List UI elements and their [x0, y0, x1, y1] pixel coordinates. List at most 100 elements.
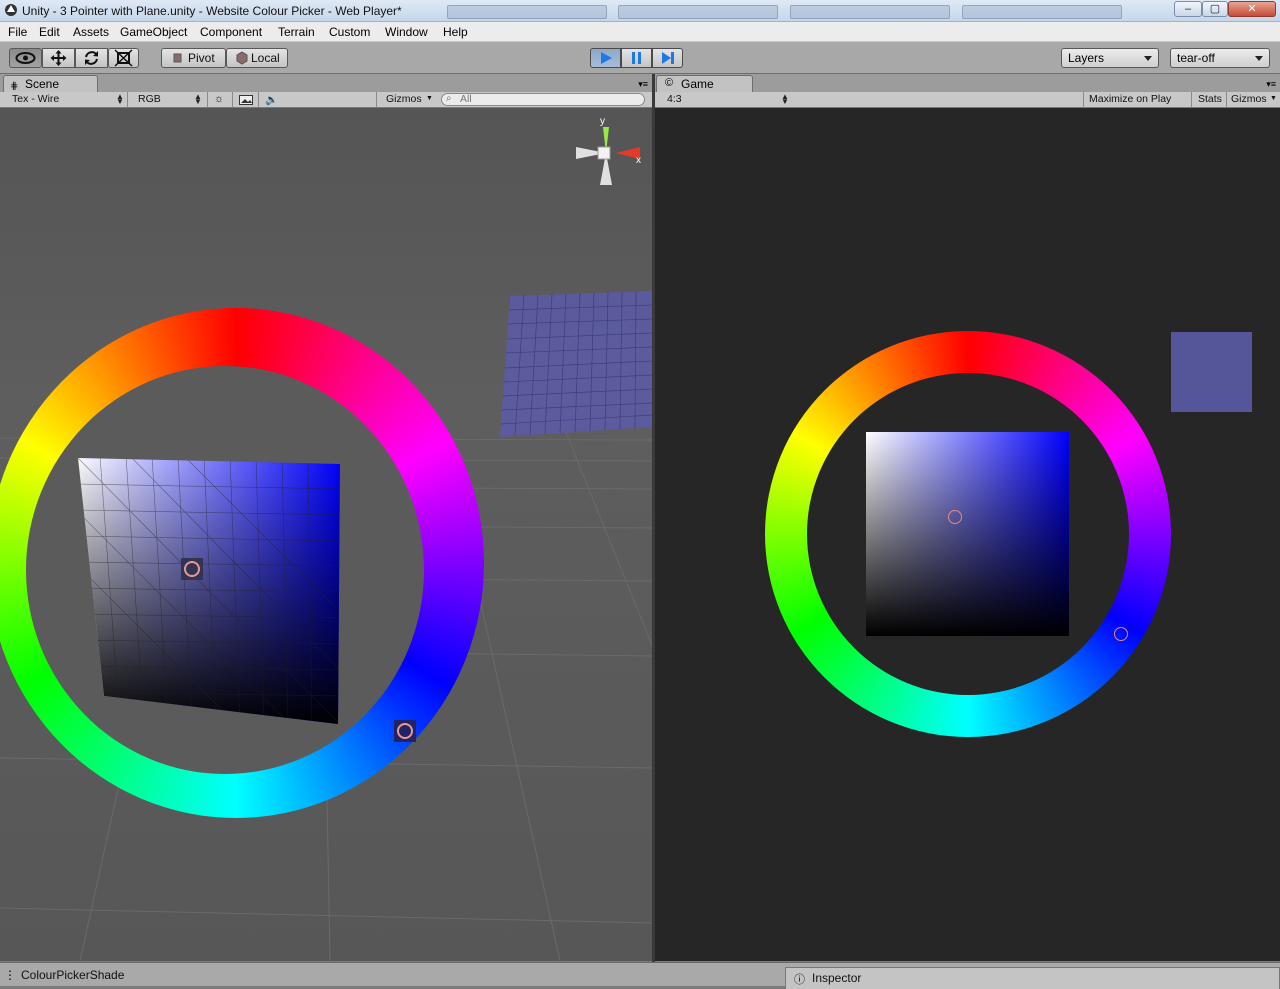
pause-icon — [632, 52, 641, 64]
scene-gizmos-dropdown[interactable]: Gizmos — [386, 93, 422, 105]
divider — [1083, 92, 1084, 107]
play-button[interactable] — [590, 48, 621, 68]
menu-file[interactable]: File — [8, 25, 27, 39]
game-tab-strip: © Game ▾≡ — [655, 74, 1280, 92]
view-tool-button[interactable] — [9, 48, 42, 68]
move-icon — [50, 50, 67, 66]
scene-tab-strip: ⋕ Scene ▾≡ — [0, 74, 652, 92]
layers-dropdown[interactable]: Layers — [1061, 48, 1159, 68]
main-toolbar: Pivot Local Layers tear-off — [0, 42, 1280, 74]
game-shade-pointer[interactable] — [948, 510, 962, 524]
scene-orientation-gizmo[interactable]: y x — [570, 113, 650, 195]
menu-component[interactable]: Component — [200, 25, 262, 39]
eye-icon — [15, 52, 36, 64]
axis-x-label: x — [636, 155, 641, 166]
divider — [1226, 92, 1227, 107]
axis-y-label: y — [600, 116, 605, 127]
game-icon: © — [665, 77, 674, 89]
game-hue-pointer[interactable] — [1114, 627, 1128, 641]
sun-icon[interactable]: ☼ — [214, 93, 224, 105]
background-taskbar-item — [962, 5, 1122, 19]
pause-button[interactable] — [621, 48, 652, 68]
info-icon: ⓘ — [794, 974, 805, 986]
pointer-ring-icon — [397, 723, 413, 739]
pivot-label: Pivot — [188, 51, 215, 65]
scene-shade-square — [78, 458, 340, 724]
background-taskbar-item — [790, 5, 950, 19]
panel-menu-icon[interactable]: ▾≡ — [1266, 79, 1276, 90]
divider — [376, 92, 377, 107]
stats-toggle[interactable]: Stats — [1198, 93, 1222, 105]
scale-tool-button[interactable] — [108, 48, 139, 68]
window-title-bar: Unity - 3 Pointer with Plane.unity - Web… — [0, 0, 1280, 22]
menu-terrain[interactable]: Terrain — [278, 25, 315, 39]
step-button[interactable] — [652, 48, 683, 68]
color-mode-dropdown[interactable]: RGB — [138, 93, 161, 105]
menu-custom[interactable]: Custom — [329, 25, 370, 39]
menu-window[interactable]: Window — [385, 25, 428, 39]
game-view[interactable] — [655, 108, 1280, 961]
local-label: Local — [251, 51, 280, 65]
inspector-label: Inspector — [812, 971, 862, 985]
chevron-down-icon — [1255, 56, 1263, 61]
background-taskbar-item — [618, 5, 778, 19]
shade-darken-overlay — [866, 432, 1069, 636]
scene-control-bar: Tex - Wire ▲ ▼ RGB ▲ ▼ ☼ 🔈 Gizmos ▼ ⌕ All — [0, 92, 652, 108]
status-bar: ⋮ ColourPickerShade ⓘ Inspector — [0, 962, 1280, 989]
local-cube-icon — [236, 51, 248, 65]
audio-icon[interactable]: 🔈 — [265, 93, 278, 106]
divider — [127, 92, 128, 107]
step-icon — [662, 52, 674, 64]
info-icon: ⋮ — [4, 968, 16, 982]
scene-shade-pointer — [181, 558, 203, 580]
aspect-dropdown[interactable]: 4:3 — [667, 93, 682, 105]
divider — [232, 92, 233, 107]
floating-plane-mesh — [500, 291, 652, 437]
layout-label: tear-off — [1177, 51, 1215, 65]
maximize-button[interactable]: ▢ — [1202, 1, 1228, 17]
menu-edit[interactable]: Edit — [39, 25, 60, 39]
minimize-button[interactable]: – — [1174, 1, 1202, 17]
game-shade-square[interactable] — [866, 432, 1069, 636]
render-mode-dropdown[interactable]: Tex - Wire — [12, 93, 59, 105]
menu-bar: File Edit Assets GameObject Component Te… — [0, 22, 1280, 42]
chevron-down-icon: ▼ — [1270, 95, 1277, 102]
local-toggle[interactable]: Local — [226, 48, 288, 68]
scene-view[interactable]: y x — [0, 108, 652, 961]
rotate-icon — [85, 51, 98, 65]
panel-menu-icon[interactable]: ▾≡ — [638, 79, 648, 90]
updown-icon: ▲ ▼ — [781, 92, 789, 106]
scene-tab-label: Scene — [25, 77, 60, 91]
updown-icon: ▲ ▼ — [194, 92, 202, 106]
menu-help[interactable]: Help — [443, 25, 468, 39]
scale-icon — [114, 49, 133, 67]
chevron-down-icon — [1144, 56, 1152, 61]
menu-gameobject[interactable]: GameObject — [120, 25, 187, 39]
game-gizmos-dropdown[interactable]: Gizmos — [1231, 93, 1267, 105]
maximize-on-play-toggle[interactable]: Maximize on Play — [1089, 93, 1171, 105]
play-icon — [601, 52, 612, 64]
status-message: ColourPickerShade — [21, 968, 125, 982]
pointer-ring-icon — [184, 561, 200, 577]
window-title: Unity - 3 Pointer with Plane.unity - Web… — [22, 4, 402, 18]
tab-game[interactable]: © Game — [656, 75, 753, 92]
divider — [258, 92, 259, 107]
divider — [1191, 92, 1192, 107]
chevron-down-icon: ▼ — [426, 95, 433, 102]
game-control-bar: 4:3 ▲ ▼ Maximize on Play Stats Gizmos ▼ — [655, 92, 1280, 108]
layers-label: Layers — [1068, 51, 1105, 65]
move-tool-button[interactable] — [42, 48, 75, 68]
menu-assets[interactable]: Assets — [73, 25, 109, 39]
tab-scene[interactable]: ⋕ Scene — [3, 75, 98, 92]
scene-hue-pointer — [394, 720, 416, 742]
close-button[interactable]: ✕ — [1228, 1, 1276, 17]
selected-colour-swatch — [1171, 332, 1252, 412]
layout-dropdown[interactable]: tear-off — [1170, 48, 1270, 68]
updown-icon: ▲ ▼ — [116, 92, 124, 106]
pivot-toggle[interactable]: Pivot — [161, 48, 226, 68]
rotate-tool-button[interactable] — [75, 48, 108, 68]
scene-search-input[interactable]: ⌕ All — [441, 93, 645, 106]
image-icon[interactable] — [239, 95, 253, 105]
unity-logo-icon — [5, 4, 17, 16]
background-taskbar-item — [447, 5, 607, 19]
